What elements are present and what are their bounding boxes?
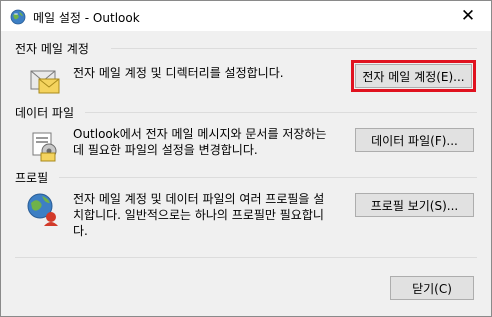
email-accounts-description: 전자 메일 계정 및 디렉터리를 설정합니다.	[73, 66, 284, 80]
profiles-description-line3: 다.	[73, 224, 88, 238]
close-button[interactable]: 닫기(C)	[390, 276, 474, 300]
window-title: 메일 설정 - Outlook	[33, 11, 140, 25]
data-files-section-label: 데이터 파일	[15, 106, 75, 120]
section-divider	[59, 177, 477, 178]
mail-accounts-icon	[30, 70, 60, 94]
profile-globe-icon	[27, 193, 58, 226]
close-window-button[interactable]: ✕	[445, 1, 491, 31]
profiles-description-line1: 전자 메일 계정 및 데이터 파일의 여러 프로필을 설	[73, 192, 325, 206]
title-bar: 메일 설정 - Outlook ✕	[1, 1, 491, 31]
data-files-description-line1: Outlook에서 전자 메일 메시지와 문서를 저장하는	[73, 127, 327, 141]
profiles-description-line2: 치합니다. 일반적으로는 하나의 프로필만 필요합니	[73, 208, 324, 222]
outlook-globe-icon	[10, 9, 26, 25]
data-files-description-line2: 데 필요한 파일의 설정을 변경합니다.	[73, 143, 258, 157]
profiles-section-label: 프로필	[15, 171, 49, 185]
close-icon: ✕	[460, 6, 476, 26]
view-profiles-button[interactable]: 프로필 보기(S)...	[355, 193, 474, 217]
data-files-button[interactable]: 데이터 파일(F)...	[355, 128, 474, 152]
data-files-button-label: 데이터 파일(F)...	[371, 133, 458, 148]
section-divider	[85, 112, 477, 113]
mail-setup-dialog: 메일 설정 - Outlook ✕ 전자 메일 계정 전자 메일 계정 및 디렉…	[0, 0, 492, 317]
email-accounts-section-label: 전자 메일 계정	[15, 42, 89, 56]
data-file-icon	[32, 132, 57, 162]
close-button-label: 닫기(C)	[412, 281, 452, 296]
view-profiles-button-label: 프로필 보기(S)...	[370, 198, 459, 213]
footer-divider	[15, 257, 477, 258]
email-accounts-button-label: 전자 메일 계정(E)...	[362, 69, 465, 84]
section-divider	[111, 48, 477, 49]
email-accounts-button[interactable]: 전자 메일 계정(E)...	[351, 60, 476, 92]
